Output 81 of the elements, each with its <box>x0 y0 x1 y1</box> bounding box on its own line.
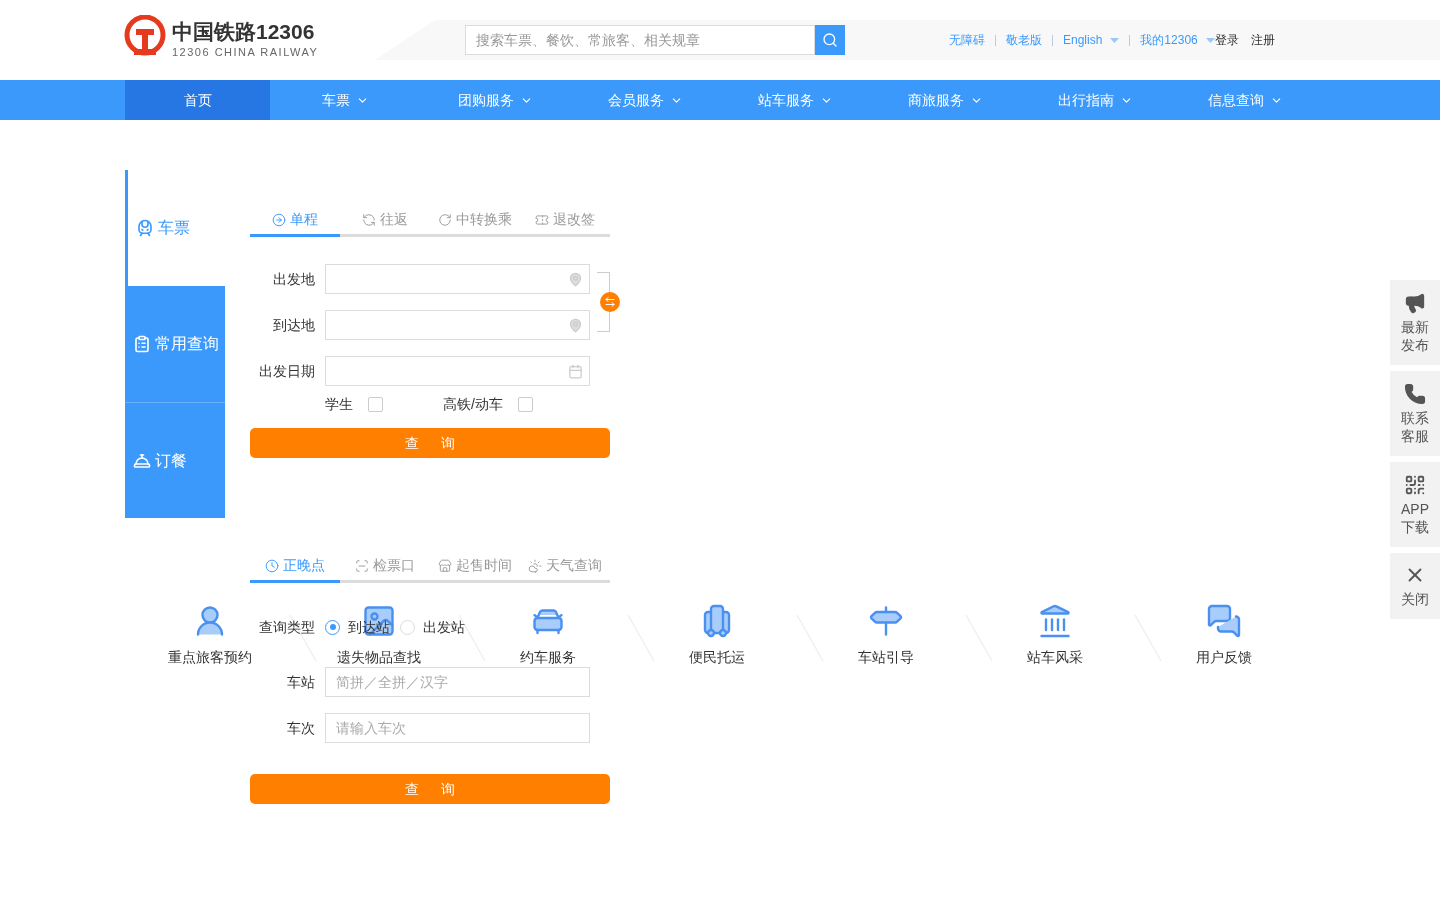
form-tab[interactable]: 中转换乘 <box>430 205 520 237</box>
field-label: 出发日期 <box>258 361 315 381</box>
service-icon <box>867 603 904 639</box>
nav-item[interactable]: 会员服务 <box>570 80 720 120</box>
float-button[interactable]: APP下载 <box>1390 462 1440 547</box>
input-field[interactable]: 请输入车次 <box>325 713 590 743</box>
service-link[interactable]: 用户反馈 <box>1195 647 1252 668</box>
float-icon <box>1404 382 1426 405</box>
search-button[interactable]: 查 询 <box>250 774 610 804</box>
side-tab[interactable]: 常用查询 <box>125 286 225 402</box>
side-tab-icon <box>136 219 154 237</box>
form-tab[interactable]: 单程 <box>250 205 340 237</box>
form-tab[interactable]: 天气查询 <box>520 551 610 583</box>
header-link[interactable]: 敬老版 <box>1006 31 1042 49</box>
service-icon <box>1205 603 1242 639</box>
tab-icon <box>265 558 279 573</box>
nav-item[interactable]: 站车服务 <box>720 80 870 120</box>
form-tab[interactable]: 检票口 <box>340 551 430 583</box>
radio-option[interactable]: 出发站 <box>400 616 465 638</box>
side-tab[interactable]: 订餐 <box>125 402 225 518</box>
option-label: 学生 <box>325 394 353 414</box>
location-pin-icon <box>568 271 583 287</box>
nav-item[interactable]: 首页 <box>125 80 270 120</box>
account-link[interactable]: 注册 <box>1250 31 1275 49</box>
nav-item[interactable]: 信息查询 <box>1170 80 1320 120</box>
header-link[interactable]: English <box>1063 31 1120 49</box>
nav-item[interactable]: 车票 <box>270 80 420 120</box>
option-label: 高铁/动车 <box>443 394 503 414</box>
location-pin-icon <box>568 317 583 333</box>
search-button[interactable] <box>815 25 845 55</box>
header-link[interactable]: 我的12306 <box>1140 31 1215 49</box>
field-label: 车次 <box>286 718 315 738</box>
form-tab[interactable]: 正晚点 <box>250 551 340 583</box>
service-link[interactable]: 遗失物品查找 <box>336 647 421 668</box>
tab-icon <box>355 558 369 573</box>
radio-button[interactable] <box>325 619 340 635</box>
float-button[interactable]: 关闭 <box>1390 553 1440 619</box>
field-label: 查询类型 <box>258 617 315 637</box>
side-tab-icon <box>133 335 151 353</box>
tab-icon <box>438 558 452 573</box>
tab-icon <box>438 212 452 227</box>
checkbox[interactable] <box>517 396 533 412</box>
logo-title: 中国铁路12306 <box>172 19 316 44</box>
calendar-icon <box>568 363 583 379</box>
checkbox[interactable] <box>368 396 383 412</box>
float-icon <box>1404 473 1426 496</box>
float-button[interactable]: 联系客服 <box>1390 371 1440 456</box>
nav-item[interactable]: 团购服务 <box>420 80 570 120</box>
swap-button[interactable] <box>600 292 620 312</box>
tab-icon <box>362 212 376 227</box>
service-link[interactable]: 便民托运 <box>688 647 745 668</box>
form-tab[interactable]: 往返 <box>340 205 430 237</box>
side-tab-icon <box>133 451 151 470</box>
swap-icon <box>604 296 616 308</box>
field-label: 车站 <box>286 672 315 692</box>
station-field[interactable] <box>325 264 590 294</box>
service-link[interactable]: 站车风采 <box>1026 647 1083 668</box>
input-field[interactable]: 简拼／全拼／汉字 <box>325 667 590 697</box>
field-label: 出发地 <box>272 269 315 289</box>
tab-icon <box>272 212 286 227</box>
tab-icon <box>535 212 549 227</box>
station-field[interactable] <box>325 310 590 340</box>
tab-icon <box>528 558 542 573</box>
float-button[interactable]: 最新发布 <box>1390 280 1440 365</box>
service-link[interactable]: 车站引导 <box>857 647 914 668</box>
search-icon <box>822 32 838 48</box>
account-link[interactable]: 登录 <box>1214 31 1239 49</box>
float-icon <box>1404 291 1426 314</box>
nav-item[interactable]: 商旅服务 <box>870 80 1020 120</box>
field-label: 到达地 <box>272 315 315 335</box>
service-link[interactable]: 约车服务 <box>519 647 576 668</box>
form-tab[interactable]: 起售时间 <box>430 551 520 583</box>
search-button[interactable]: 查 询 <box>250 428 610 458</box>
service-link[interactable]: 重点旅客预约 <box>167 647 252 668</box>
form-tab[interactable]: 退改签 <box>520 205 610 237</box>
radio-option[interactable]: 到达站 <box>325 616 390 638</box>
nav-item[interactable]: 出行指南 <box>1020 80 1170 120</box>
logo-subtitle: 12306 CHINA RAILWAY <box>172 44 319 60</box>
header-link[interactable]: 无障碍 <box>949 31 985 49</box>
date-field[interactable] <box>325 356 590 386</box>
search-field[interactable]: 搜索车票、餐饮、常旅客、相关规章 <box>465 25 815 55</box>
